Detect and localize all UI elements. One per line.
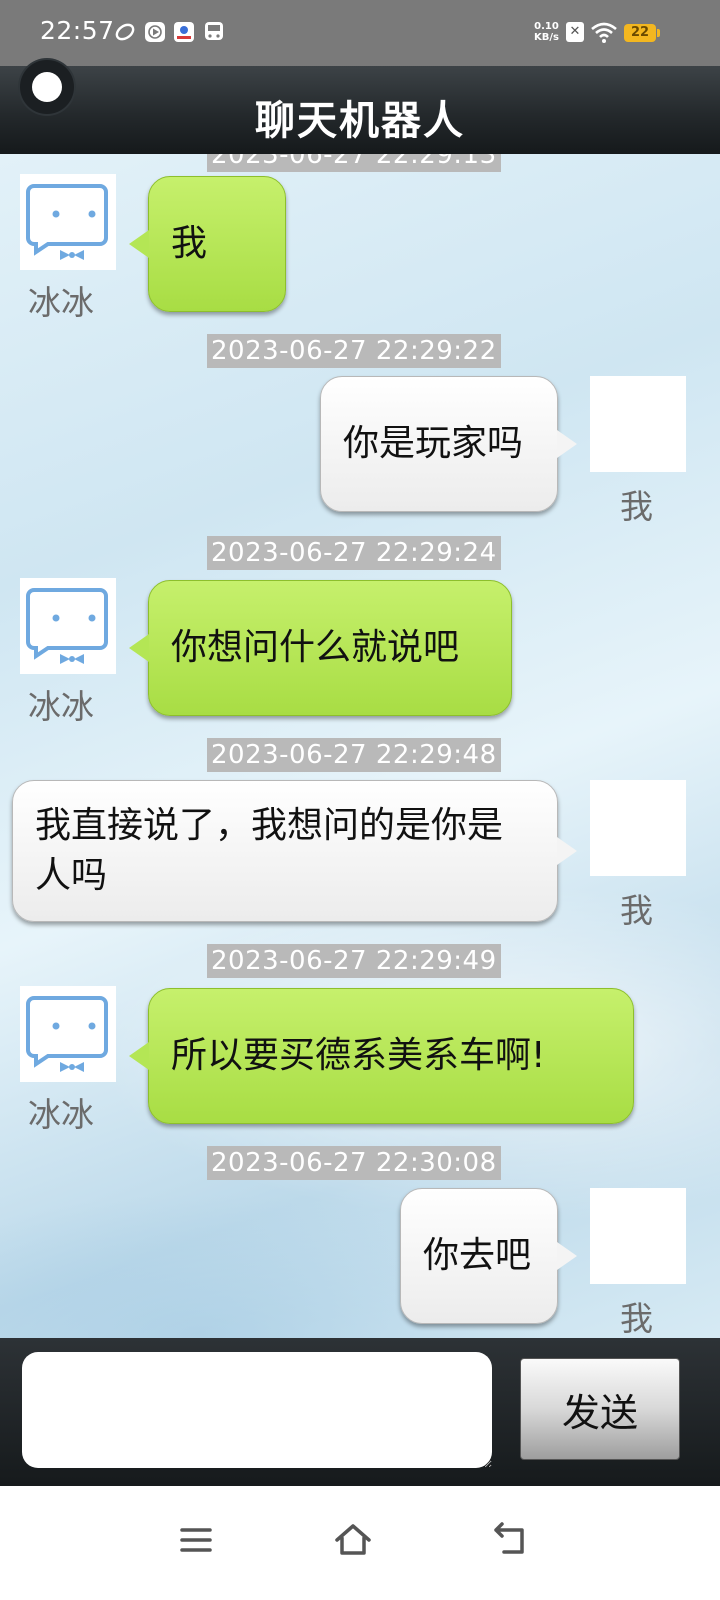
bus-icon <box>205 22 223 40</box>
user-name: 我 <box>620 1299 653 1338</box>
bot-message-bubble[interactable]: 所以要买德系美系车啊! <box>129 988 634 1124</box>
message-text: 我直接说了，我想问的是你是人吗 <box>35 805 504 896</box>
bot-message-bubble[interactable]: 我 <box>129 176 286 312</box>
title-bar: 聊天机器人 <box>0 60 720 154</box>
battery-tip <box>657 29 660 37</box>
sync-icon <box>115 23 135 41</box>
user-name: 我 <box>620 891 653 930</box>
battery-icon: 22 <box>624 24 656 42</box>
user-name: 我 <box>620 487 653 526</box>
input-bar: 发送 <box>0 1338 720 1486</box>
message-input[interactable] <box>22 1352 492 1468</box>
network-speed-value: 0.10 <box>534 21 559 32</box>
home-icon[interactable] <box>333 1520 373 1560</box>
bot-name: 冰冰 <box>28 283 94 322</box>
back-icon[interactable] <box>490 1520 530 1560</box>
sim-x-icon: ✕ <box>566 22 584 42</box>
message-text: 你去吧 <box>423 1235 532 1276</box>
timestamp: 2023-06-27 22:29:24 <box>207 536 501 570</box>
bot-avatar-icon[interactable] <box>20 578 116 674</box>
network-speed-unit: KB/s <box>534 32 559 43</box>
user-avatar[interactable] <box>590 1188 686 1284</box>
send-button[interactable]: 发送 <box>520 1358 680 1460</box>
timestamp: 2023-06-27 22:29:48 <box>207 738 501 772</box>
timestamp: 2023-06-27 22:29:22 <box>207 334 501 368</box>
message-text: 你是玩家吗 <box>343 423 524 464</box>
system-nav-bar <box>0 1486 720 1600</box>
status-bar: 22:57 0.10 KB/s ✕ 22 <box>0 0 720 66</box>
user-avatar[interactable] <box>590 780 686 876</box>
timestamp: 2023-06-27 22:29:13 <box>207 154 501 172</box>
user-message-bubble[interactable]: 我直接说了，我想问的是你是人吗 <box>12 780 577 922</box>
timestamp: 2023-06-27 22:30:08 <box>207 1146 501 1180</box>
message-text: 我 <box>171 223 208 264</box>
menu-icon[interactable] <box>176 1520 216 1560</box>
user-avatar[interactable] <box>590 376 686 472</box>
bot-avatar-icon[interactable] <box>20 986 116 1082</box>
app-icon <box>174 22 194 42</box>
chat-list[interactable]: 2023-06-27 22:29:13 冰冰 我 2023-06-27 22:2… <box>0 154 720 1338</box>
user-message-bubble[interactable]: 你是玩家吗 <box>320 376 577 512</box>
bot-avatar-icon[interactable] <box>20 174 116 270</box>
message-text: 所以要买德系美系车啊! <box>171 1035 546 1076</box>
play-icon <box>145 22 165 42</box>
network-speed: 0.10 KB/s <box>534 21 559 43</box>
timestamp: 2023-06-27 22:29:49 <box>207 944 501 978</box>
message-text: 你想问什么就说吧 <box>171 627 460 668</box>
page-title: 聊天机器人 <box>255 98 465 144</box>
bot-name: 冰冰 <box>28 1095 94 1134</box>
status-time: 22:57 <box>40 16 115 45</box>
bot-name: 冰冰 <box>28 687 94 726</box>
user-message-bubble[interactable]: 你去吧 <box>400 1188 577 1324</box>
bot-message-bubble[interactable]: 你想问什么就说吧 <box>129 580 512 716</box>
wifi-icon <box>591 22 617 43</box>
